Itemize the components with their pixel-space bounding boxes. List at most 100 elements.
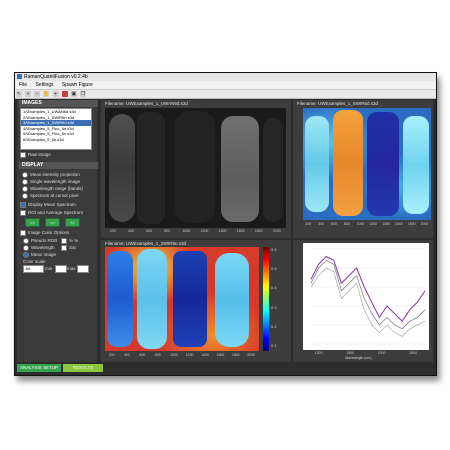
- color-icon[interactable]: [61, 91, 68, 97]
- tab-analysis-setup[interactable]: ANALYSIS SETUP: [17, 364, 61, 372]
- raw-image-checkbox[interactable]: Raw Image: [20, 152, 51, 158]
- sample-1: [107, 251, 133, 347]
- display-mean-spectrum-label: Display Mean Spectrum: [28, 202, 76, 208]
- colorbar-labels: 0.6 0.5 0.4 0.3 0.2 0.1: [271, 247, 289, 351]
- save-icon[interactable]: ▣: [70, 91, 77, 97]
- spectrum-plot[interactable]: [303, 243, 429, 350]
- raw-image-label: Raw Image: [28, 152, 51, 158]
- tab-results[interactable]: RESULTS: [63, 364, 103, 372]
- x-axis-label: Wavelength (nm): [345, 356, 372, 360]
- x-tick-label: 1200: [369, 222, 378, 226]
- radio-icon: [22, 172, 28, 178]
- display-option-label: Mean intensity projection: [30, 172, 80, 178]
- radio-icon: [22, 186, 28, 192]
- image-color-options-label: Image Color Options: [28, 230, 70, 236]
- image-color-options-checkbox[interactable]: Image Color Options: [20, 230, 69, 236]
- menu-file[interactable]: File: [19, 82, 27, 88]
- roi-label: ROI and Average Spectrum: [28, 210, 83, 216]
- x-tick-label: 800: [164, 229, 171, 233]
- spectrum-chart: [310, 248, 426, 345]
- prev-button[interactable]: <<: [25, 218, 40, 227]
- x-tick-label: 1000: [182, 229, 191, 233]
- image-grayscale[interactable]: [105, 108, 286, 228]
- title-bar: RamanQuantiFusion v0.2.4b: [15, 73, 436, 81]
- panel-top-right: Filename: UWExamples_1_SWIR6d.s3d 200 400…: [293, 100, 433, 238]
- x-tick-label: 1800: [407, 222, 416, 226]
- pseudo-rgb-radio[interactable]: Pseudo RGB: [23, 238, 57, 244]
- colorbar-label: 0.6: [271, 247, 277, 252]
- toggle-button[interactable]: +/-: [65, 218, 80, 227]
- roi-checkbox[interactable]: ROI and Average Spectrum: [20, 210, 83, 216]
- x-tick-label: 1800: [254, 229, 263, 233]
- menu-spawn-figure[interactable]: Spawn Figure: [62, 82, 93, 88]
- app-window: RamanQuantiFusion v0.2.4b File Settings …: [14, 72, 437, 376]
- x-tick-label: 400: [318, 222, 325, 226]
- colorbar: [263, 247, 269, 351]
- copy-icon[interactable]: ❐: [79, 91, 86, 97]
- color-scale-select[interactable]: Jet: [23, 265, 44, 273]
- panel-title: Filename: UWExamples_1_SWIR6d.s3d: [297, 101, 379, 106]
- mean-image-radio[interactable]: Mean Image: [23, 252, 56, 258]
- colorbar-label: 0.2: [271, 323, 277, 329]
- sample-4: [215, 253, 249, 347]
- x-tick-label: 1000: [356, 222, 365, 226]
- x-tick-label: 1000: [314, 351, 323, 355]
- display-option-label: Single wavelength image: [30, 179, 81, 185]
- check-icon: [61, 238, 67, 244]
- x-tick-label: 2500: [409, 351, 418, 355]
- check-icon: [20, 202, 26, 208]
- x-tick-label: 1000: [170, 353, 179, 357]
- file-list-item[interactable]: 6/\Examples_5_6b.s3d: [21, 137, 91, 143]
- x-tick-label: 200: [110, 229, 116, 233]
- check-a[interactable]: % %: [61, 238, 78, 244]
- panel-bottom-right: 1000 1500 2000 2500 Wavelength (nm): [293, 240, 433, 362]
- image-heatmap[interactable]: [105, 247, 259, 351]
- x-tick-label: 600: [146, 229, 153, 233]
- zoom-out-icon[interactable]: −: [34, 91, 41, 97]
- menu-settings[interactable]: Settings: [35, 82, 53, 88]
- left-panel: IMAGES 1/\Examples_1_UWAN6d.s3d 2/\Exampl…: [17, 100, 98, 362]
- file-list[interactable]: 1/\Examples_1_UWAN6d.s3d 2/\Examples_1_SW…: [20, 108, 92, 150]
- sample-4: [221, 116, 259, 222]
- display-option-4[interactable]: Spectrum at cursor pixel: [22, 193, 79, 199]
- radio-icon: [22, 193, 28, 199]
- zoom-in-icon[interactable]: +: [25, 91, 32, 97]
- check-icon: [61, 245, 67, 251]
- image-swir[interactable]: [303, 108, 431, 220]
- pan-icon[interactable]: ✋: [43, 91, 50, 97]
- x-tick-label: 1800: [231, 353, 240, 357]
- sample-2: [333, 110, 363, 216]
- sample-5: [263, 118, 283, 222]
- colorbar-label: 0.4: [271, 285, 277, 291]
- pseudo-rgb-label: Pseudo RGB: [31, 238, 58, 244]
- display-option-1[interactable]: Mean intensity projection: [22, 172, 80, 178]
- check-b[interactable]: Sat: [61, 245, 76, 251]
- check-a-label: % %: [69, 238, 79, 244]
- cursor-icon[interactable]: ⌖: [52, 91, 59, 97]
- max-input[interactable]: [77, 265, 89, 273]
- x-tick-label: 200: [305, 222, 312, 226]
- min-input[interactable]: [55, 265, 67, 273]
- display-option-3[interactable]: Wavelength range (bands): [22, 186, 83, 192]
- next-button[interactable]: >>: [45, 218, 60, 227]
- wavelength-label: Wavelength: [31, 245, 55, 251]
- radio-icon: [23, 238, 29, 244]
- window-title: RamanQuantiFusion v0.2.4b: [24, 74, 88, 80]
- display-mean-spectrum-checkbox[interactable]: Display Mean Spectrum: [20, 202, 76, 208]
- radio-icon: [23, 252, 29, 258]
- x-tick-label: 600: [331, 222, 337, 226]
- spectrum-series-1: [310, 255, 426, 323]
- check-icon: [20, 230, 26, 236]
- display-option-2[interactable]: Single wavelength image: [22, 179, 80, 185]
- x-tick-label: 800: [343, 222, 350, 226]
- raw-image-check-icon: [20, 152, 26, 158]
- wavelength-radio[interactable]: Wavelength: [23, 245, 55, 251]
- x-tick-label: 400: [128, 229, 134, 233]
- x-tick-label: 800: [154, 353, 161, 357]
- arrow-icon[interactable]: ↖: [16, 91, 22, 97]
- x-tick-label: 2000: [420, 222, 429, 226]
- radio-icon: [22, 179, 28, 185]
- display-option-label: Spectrum at cursor pixel: [30, 193, 79, 199]
- x-tick-label: 2000: [377, 351, 386, 355]
- images-header: IMAGES: [19, 100, 98, 107]
